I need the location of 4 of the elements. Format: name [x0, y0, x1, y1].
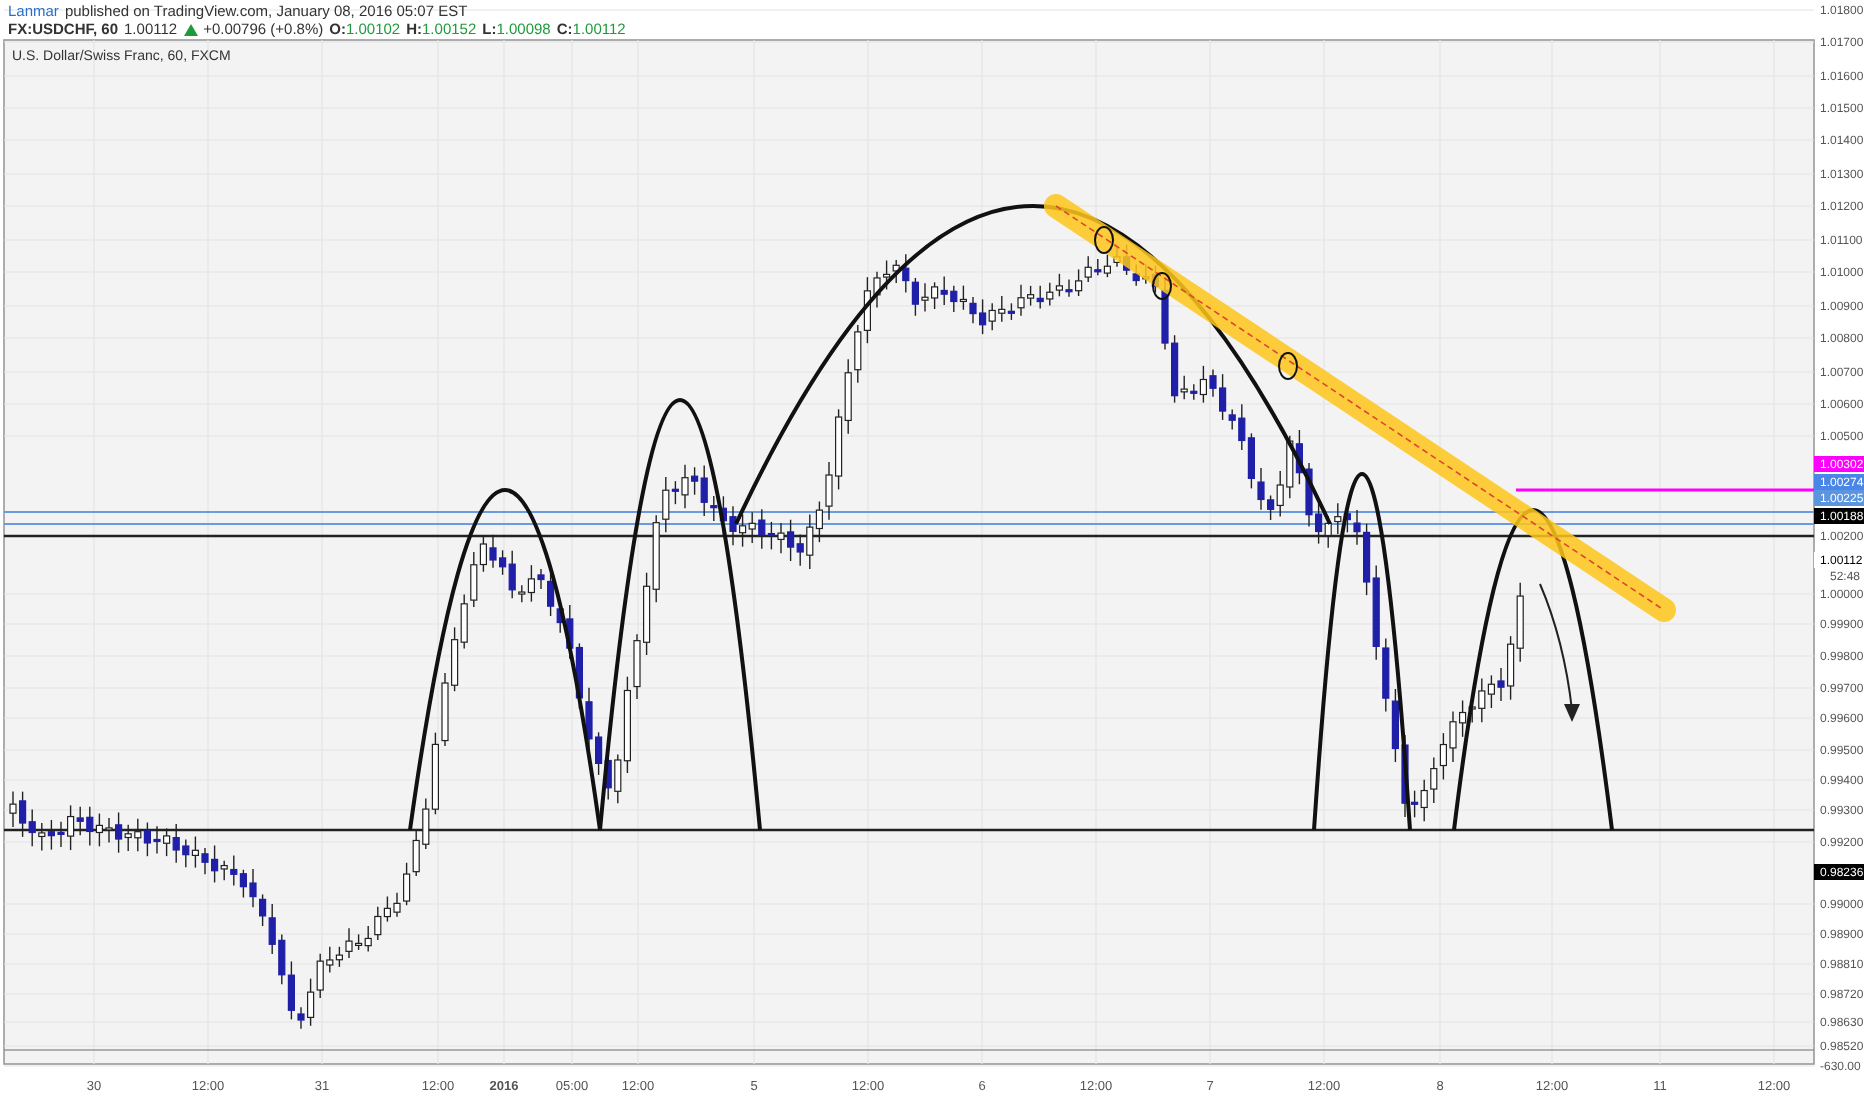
arrow-drawing [1539, 583, 1580, 722]
circle-marker [1152, 272, 1172, 300]
circle-marker [1094, 226, 1114, 254]
circle-marker [1278, 352, 1298, 380]
